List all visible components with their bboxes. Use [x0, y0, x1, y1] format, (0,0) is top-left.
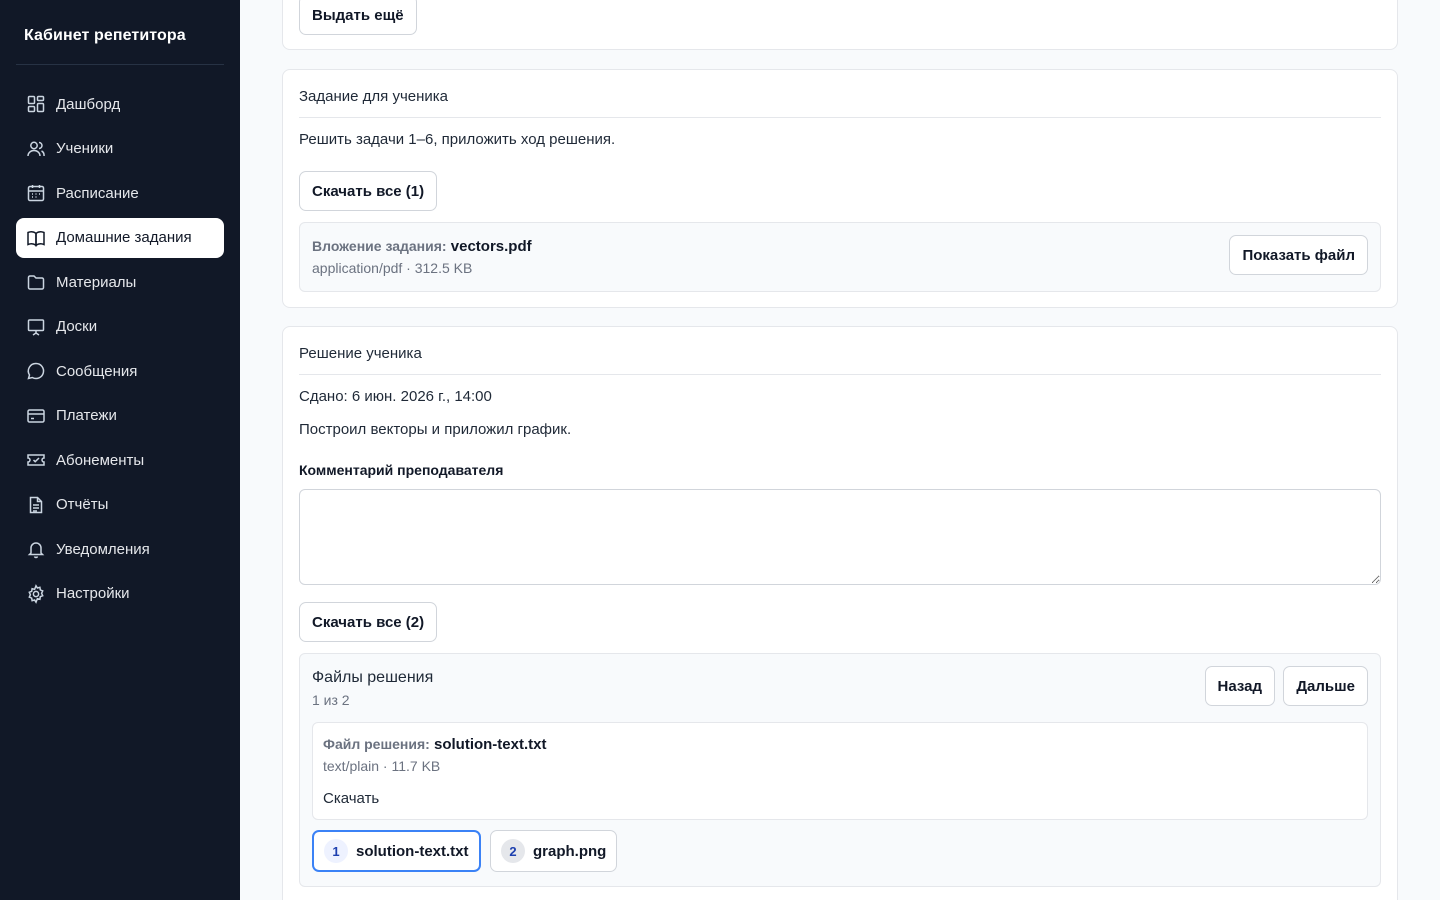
chip-file-name: graph.png: [533, 842, 607, 860]
file-meta: text/plain · 11.7 KB: [323, 758, 441, 774]
attachment-file-name: vectors.pdf: [450, 238, 532, 255]
sidebar-item-schedule[interactable]: Расписание: [16, 173, 224, 213]
files-title: Файлы решения: [312, 669, 434, 686]
sidebar-item-label: Отчёты: [56, 496, 109, 513]
file-key-label: Файл решения:: [323, 736, 430, 752]
sidebar-item-homework[interactable]: Домашние задания: [16, 217, 224, 258]
ticket-icon: [26, 450, 46, 470]
sidebar-item-label: Расписание: [56, 184, 139, 202]
sidebar-item-label: Дашборд: [56, 95, 121, 113]
sidebar-item-label: Настройки: [56, 585, 130, 602]
sidebar-item-label: Домашние задания: [56, 229, 192, 246]
sidebar-item-label: Сообщения: [56, 362, 138, 380]
sidebar-nav: Дашборд Ученики Расписание Домашние зада…: [16, 84, 224, 614]
assignment-card: Задание для ученика Решить задачи 1–6, п…: [282, 69, 1398, 308]
dashboard-icon: [26, 94, 46, 114]
assignment-attachment: Вложение задания: vectors.pdf applicatio…: [299, 222, 1381, 292]
chip-number: 1: [324, 839, 348, 863]
chip-file-name: solution-text.txt: [356, 842, 469, 860]
credit-card-icon: [26, 406, 46, 426]
sidebar-item-label: Материалы: [56, 273, 137, 291]
sidebar: Кабинет репетитора Дашборд Ученики Распи…: [0, 0, 240, 900]
solution-text: Построил векторы и приложил график.: [299, 421, 572, 438]
sidebar-item-students[interactable]: Ученики: [16, 129, 224, 169]
document-icon: [26, 495, 46, 515]
gear-icon: [26, 583, 46, 604]
assignment-description: Решить задачи 1–6, приложить ход решения…: [299, 131, 616, 148]
download-all-assignment-button[interactable]: Скачать все (1): [299, 171, 438, 211]
users-icon: [26, 139, 46, 159]
sidebar-item-messages[interactable]: Сообщения: [16, 351, 224, 391]
sidebar-item-payments[interactable]: Платежи: [16, 396, 224, 436]
file-chip-2[interactable]: 2 graph.png: [490, 830, 618, 872]
app-title: Кабинет репетитора: [16, 0, 224, 65]
sidebar-item-label: Уведомления: [56, 540, 150, 558]
attachment-key-label: Вложение задания:: [312, 238, 447, 254]
file-name: solution-text.txt: [433, 736, 547, 753]
current-file-card: Файл решения: solution-text.txt text/pla…: [312, 722, 1368, 820]
issue-more-button[interactable]: Выдать ещё: [299, 0, 417, 35]
solution-card: Решение ученика Сдано: 6 июн. 2026 г., 1…: [282, 326, 1398, 900]
sidebar-item-boards[interactable]: Доски: [16, 307, 224, 347]
folder-icon: [26, 272, 46, 292]
attachment-meta: application/pdf · 312.5 KB: [312, 260, 473, 276]
file-chip-1[interactable]: 1 solution-text.txt: [312, 830, 481, 872]
solution-title: Решение ученика: [299, 345, 1381, 375]
teacher-comment-field[interactable]: [299, 489, 1381, 585]
sidebar-item-label: Платежи: [56, 407, 117, 424]
assignment-title: Задание для ученика: [299, 88, 1381, 118]
issue-card: Выдать ещё: [282, 0, 1398, 50]
chip-number: 2: [501, 839, 525, 863]
book-icon: [26, 228, 46, 248]
prev-file-button[interactable]: Назад: [1204, 666, 1275, 706]
sidebar-item-settings[interactable]: Настройки: [16, 574, 224, 614]
chat-icon: [26, 361, 46, 381]
whiteboard-icon: [26, 317, 46, 337]
sidebar-item-reports[interactable]: Отчёты: [16, 485, 224, 525]
sidebar-item-materials[interactable]: Материалы: [16, 262, 224, 302]
files-counter: 1 из 2: [312, 692, 350, 708]
sidebar-item-subscriptions[interactable]: Абонементы: [16, 440, 224, 480]
bell-icon: [26, 539, 46, 559]
download-file-link[interactable]: Скачать: [323, 790, 379, 807]
next-file-button[interactable]: Дальше: [1283, 666, 1368, 706]
sidebar-item-label: Ученики: [56, 140, 114, 157]
download-all-solution-button[interactable]: Скачать все (2): [299, 602, 438, 642]
sidebar-item-dashboard[interactable]: Дашборд: [16, 84, 224, 124]
solution-files-panel: Файлы решения 1 из 2 Назад Дальше Файл р…: [299, 653, 1381, 887]
sidebar-item-notifications[interactable]: Уведомления: [16, 529, 224, 569]
show-file-button[interactable]: Показать файл: [1229, 235, 1368, 275]
sidebar-item-label: Доски: [56, 318, 98, 335]
comment-label: Комментарий преподавателя: [299, 462, 504, 478]
sidebar-item-label: Абонементы: [56, 451, 145, 469]
main-content: Выдать ещё Задание для ученика Решить за…: [240, 0, 1440, 900]
calendar-icon: [26, 183, 46, 203]
submitted-date: Сдано: 6 июн. 2026 г., 14:00: [299, 388, 492, 405]
